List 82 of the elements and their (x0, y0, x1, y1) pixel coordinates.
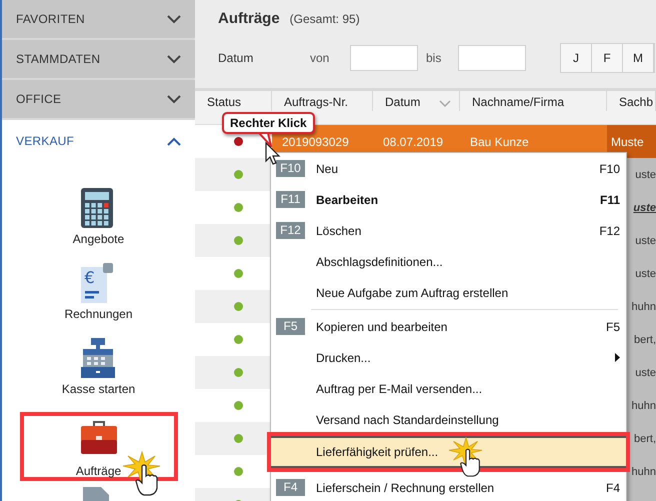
menu-item[interactable]: F12 Löschen F12 (271, 215, 626, 246)
column-header[interactable]: Nachname/Firma (460, 91, 607, 111)
menu-item-label: Auftrag per E-Mail versenden... (315, 382, 484, 396)
column-header[interactable]: Status (195, 91, 272, 111)
section-label: STAMMDATEN (16, 52, 100, 66)
month-button[interactable]: M (623, 44, 654, 72)
sidebar-nav-item[interactable]: € Rechnungen (20, 263, 178, 334)
date-to-field[interactable] (458, 45, 526, 71)
menu-item-label: Lieferschein / Rechnung erstellen (315, 480, 496, 494)
column-label: Sachb (619, 95, 654, 109)
table-cell: uste (635, 268, 656, 280)
page-title: Aufträge (218, 10, 280, 27)
total-count: (Gesamt: 95) (290, 12, 360, 26)
shortcut-badge: F11 (276, 191, 305, 208)
menu-item-label: Kopieren und bearbeiten (315, 320, 448, 334)
table-cell: uste (635, 234, 656, 246)
table-cell: uste (633, 202, 656, 214)
table-cell: uste (635, 168, 656, 180)
menu-item-label: Löschen (315, 224, 362, 238)
menu-item[interactable]: Abschlagsdefinitionen... (271, 246, 626, 277)
shortcut-label: F4 (606, 480, 620, 494)
hint-tooltip-pointer (258, 133, 272, 147)
section-label: OFFICE (16, 92, 62, 106)
section-label: VERKAUF (16, 134, 74, 148)
table-cell: uste (635, 366, 656, 378)
menu-item-label: Neue Aufgabe zum Auftrag erstellen (315, 286, 510, 300)
shortcut-label: F12 (599, 224, 620, 238)
shortcut-label: F11 (600, 192, 620, 206)
menu-item[interactable]: Auftrag per E-Mail versenden... (271, 373, 626, 404)
shortcut-badge: F4 (276, 479, 305, 496)
menu-item[interactable]: F5 Kopieren und bearbeiten F5 (271, 311, 626, 342)
menu-item[interactable]: Lieferfähigkeit prüfen... (267, 432, 630, 472)
menu-item[interactable]: F11 Bearbeiten F11 (271, 184, 626, 215)
shortcut-label: F5 (606, 320, 620, 334)
submenu-arrow-icon (615, 353, 620, 362)
sidebar-section-header[interactable]: OFFICE (2, 80, 195, 118)
table-cell: huhn (632, 466, 656, 478)
column-label: Nachname/Firma (472, 95, 564, 109)
menu-item-label: Bearbeiten (315, 192, 380, 206)
table-cell: huhn (632, 400, 656, 412)
table-cell: 2019093029 (282, 134, 349, 148)
month-button[interactable]: J (561, 44, 592, 72)
menu-item[interactable]: Drucken... (271, 342, 626, 373)
column-header[interactable]: Datum (373, 91, 460, 111)
column-label: Datum (385, 95, 420, 109)
table-cell: Bau Kunze (470, 134, 529, 148)
section-label: FAVORITEN (16, 12, 85, 26)
from-label: von (310, 51, 330, 65)
menu-item[interactable]: F4 Lieferschein / Rechnung erstellen F4 (271, 472, 626, 501)
euro-sign: € (84, 269, 95, 287)
shortcut-badge: F10 (276, 160, 305, 177)
table-cell: 08.07.2019 (383, 134, 444, 148)
sidebar-nav-item[interactable]: Kasse starten (20, 338, 178, 409)
shortcut-badge: F5 (276, 318, 305, 335)
to-label: bis (426, 51, 442, 65)
table-cell: huhn (632, 300, 656, 312)
menu-item-label: Drucken... (315, 350, 372, 364)
menu-item-label: Neu (315, 162, 340, 176)
column-header[interactable]: Auftrags-Nr. (272, 91, 373, 111)
month-button[interactable]: F (592, 44, 623, 72)
menu-item-label: Abschlagsdefinitionen... (315, 254, 444, 268)
table-cell: bert, (634, 432, 656, 444)
menu-item-label: Lieferfähigkeit prüfen... (315, 445, 440, 459)
sidebar-nav-item[interactable]: Aufträge (20, 412, 178, 481)
hand-cursor-icon (122, 450, 162, 496)
column-label: Status (207, 95, 242, 109)
sidebar-section-header[interactable]: STAMMDATEN (2, 40, 195, 78)
shortcut-label: F10 (599, 162, 620, 176)
menu-item-label: Versand nach Standardeinstellung (315, 412, 500, 426)
menu-item[interactable]: Versand nach Standardeinstellung (271, 404, 626, 435)
sidebar-section-header[interactable]: VERKAUF (2, 122, 195, 160)
menu-item[interactable]: Neue Aufgabe zum Auftrag erstellen (271, 277, 626, 308)
table-cell: bert, (634, 334, 656, 346)
hand-cursor-icon (448, 436, 484, 477)
column-label: Auftrags-Nr. (284, 95, 348, 109)
table-cell: Muste (611, 134, 644, 148)
filter-label: Datum (218, 51, 254, 65)
sidebar-section-header[interactable]: FAVORITEN (2, 0, 195, 38)
date-from-field[interactable] (350, 45, 418, 71)
sidebar-nav-item[interactable]: Angebote (20, 188, 178, 259)
shortcut-badge: F12 (276, 222, 305, 239)
column-header[interactable]: Sachb (607, 91, 656, 111)
